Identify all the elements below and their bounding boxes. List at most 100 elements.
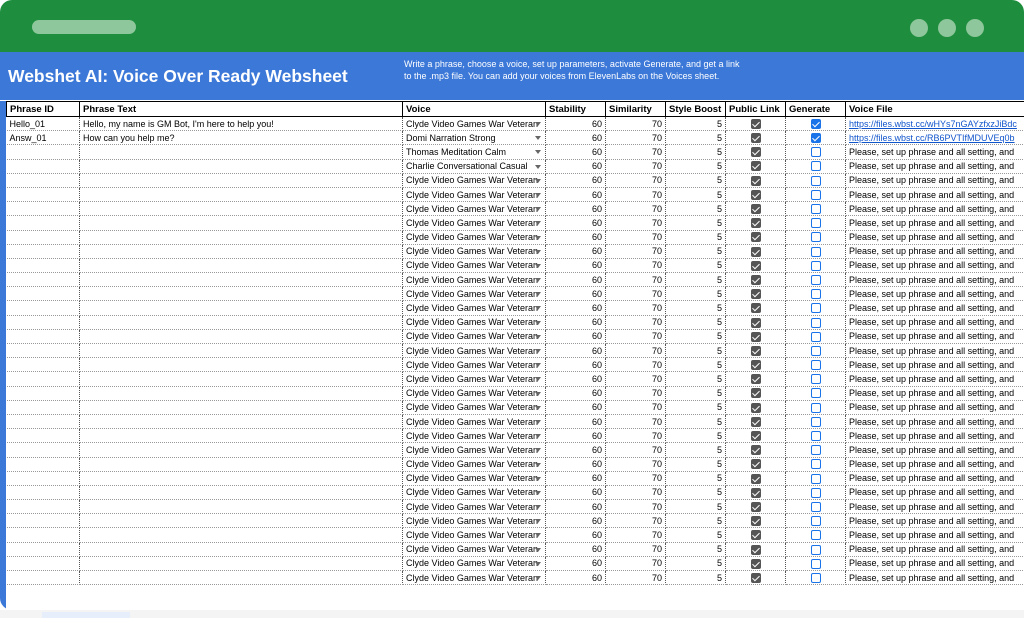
voice-select[interactable]: Clyde Video Games War Veteran [402,414,546,430]
style-boost-cell[interactable]: 5 [665,570,726,586]
public-link-checkbox[interactable] [750,331,761,342]
generate-checkbox[interactable] [810,161,821,172]
generate-cell[interactable] [785,357,846,373]
phrase-id-cell[interactable] [6,570,80,586]
generate-checkbox[interactable] [810,232,821,243]
stability-cell[interactable]: 60 [545,272,606,288]
phrase-id-cell[interactable] [6,187,80,203]
generate-cell[interactable] [785,230,846,245]
phrase-text-cell[interactable] [79,300,403,316]
voice-select[interactable]: Clyde Video Games War Veteran [402,371,546,387]
similarity-cell[interactable]: 70 [605,542,666,557]
style-boost-cell[interactable]: 5 [665,400,726,415]
dropdown-arrow-icon[interactable] [535,136,541,141]
generate-checkbox[interactable] [810,360,821,371]
public-link-checkbox[interactable] [750,204,761,215]
similarity-cell[interactable]: 70 [605,159,666,174]
voice-select[interactable]: Clyde Video Games War Veteran [402,499,546,515]
generate-checkbox[interactable] [810,516,821,527]
column-header[interactable]: Voice [402,101,546,117]
voice-file-cell[interactable]: Please, set up phrase and all setting, a… [845,513,1024,529]
voice-select[interactable]: Clyde Video Games War Veteran [402,258,546,274]
generate-cell[interactable] [785,329,846,345]
voice-select[interactable]: Clyde Video Games War Veteran [402,386,546,401]
public-link-checkbox[interactable] [750,175,761,186]
style-boost-cell[interactable]: 5 [665,144,726,160]
dropdown-arrow-icon[interactable] [535,263,541,268]
generate-checkbox[interactable] [810,260,821,271]
voice-file-cell[interactable]: Please, set up phrase and all setting, a… [845,201,1024,217]
public-link-cell[interactable] [725,457,786,472]
style-boost-cell[interactable]: 5 [665,371,726,387]
dropdown-arrow-icon[interactable] [535,519,541,524]
sheet-tab[interactable] [42,612,130,618]
generate-cell[interactable] [785,215,846,231]
phrase-text-cell[interactable] [79,499,403,515]
public-link-checkbox[interactable] [750,161,761,172]
voice-select[interactable]: Clyde Video Games War Veteran [402,286,546,302]
stability-cell[interactable]: 60 [545,400,606,415]
phrase-text-cell[interactable] [79,414,403,430]
public-link-cell[interactable] [725,542,786,557]
phrase-text-cell[interactable] [79,556,403,572]
similarity-cell[interactable]: 70 [605,386,666,401]
stability-cell[interactable]: 60 [545,343,606,359]
phrase-text-cell[interactable] [79,542,403,557]
style-boost-cell[interactable]: 5 [665,329,726,345]
similarity-cell[interactable]: 70 [605,414,666,430]
generate-cell[interactable] [785,159,846,174]
stability-cell[interactable]: 60 [545,542,606,557]
phrase-id-cell[interactable] [6,457,80,472]
public-link-cell[interactable] [725,527,786,543]
phrase-id-cell[interactable] [6,286,80,302]
public-link-checkbox[interactable] [750,516,761,527]
phrase-text-cell[interactable] [79,286,403,302]
voice-file-cell[interactable]: Please, set up phrase and all setting, a… [845,329,1024,345]
voice-file-cell[interactable]: Please, set up phrase and all setting, a… [845,173,1024,188]
voice-file-cell[interactable]: https://files.wbst.cc/wHYs7nGAYzfxzJiBdc [845,116,1024,132]
public-link-checkbox[interactable] [750,501,761,512]
voice-file-cell[interactable]: Please, set up phrase and all setting, a… [845,159,1024,174]
voice-file-cell[interactable]: Please, set up phrase and all setting, a… [845,471,1024,486]
style-boost-cell[interactable]: 5 [665,357,726,373]
public-link-cell[interactable] [725,400,786,415]
generate-cell[interactable] [785,173,846,188]
generate-checkbox[interactable] [810,544,821,555]
voice-select[interactable]: Clyde Video Games War Veteran [402,343,546,359]
generate-cell[interactable] [785,499,846,515]
voice-file-cell[interactable]: Please, set up phrase and all setting, a… [845,244,1024,259]
public-link-cell[interactable] [725,187,786,203]
public-link-cell[interactable] [725,485,786,501]
dropdown-arrow-icon[interactable] [535,207,541,212]
similarity-cell[interactable]: 70 [605,116,666,132]
generate-cell[interactable] [785,386,846,401]
generate-checkbox[interactable] [810,416,821,427]
voice-file-cell[interactable]: Please, set up phrase and all setting, a… [845,315,1024,330]
style-boost-cell[interactable]: 5 [665,386,726,401]
voice-select[interactable]: Clyde Video Games War Veteran [402,428,546,444]
similarity-cell[interactable]: 70 [605,173,666,188]
dropdown-arrow-icon[interactable] [535,235,541,240]
stability-cell[interactable]: 60 [545,428,606,444]
voice-select[interactable]: Clyde Video Games War Veteran [402,329,546,345]
generate-cell[interactable] [785,542,846,557]
public-link-checkbox[interactable] [750,544,761,555]
phrase-text-cell[interactable] [79,173,403,188]
similarity-cell[interactable]: 70 [605,258,666,274]
public-link-checkbox[interactable] [750,374,761,385]
dropdown-arrow-icon[interactable] [535,292,541,297]
similarity-cell[interactable]: 70 [605,457,666,472]
generate-checkbox[interactable] [810,459,821,470]
generate-cell[interactable] [785,244,846,259]
generate-cell[interactable] [785,556,846,572]
public-link-cell[interactable] [725,130,786,146]
phrase-id-cell[interactable] [6,357,80,373]
generate-checkbox[interactable] [810,246,821,257]
generate-cell[interactable] [785,272,846,288]
style-boost-cell[interactable]: 5 [665,527,726,543]
dropdown-arrow-icon[interactable] [535,178,541,183]
voice-select[interactable]: Charlie Conversational Casual [402,159,546,174]
voice-file-cell[interactable]: Please, set up phrase and all setting, a… [845,527,1024,543]
public-link-cell[interactable] [725,230,786,245]
generate-cell[interactable] [785,258,846,274]
